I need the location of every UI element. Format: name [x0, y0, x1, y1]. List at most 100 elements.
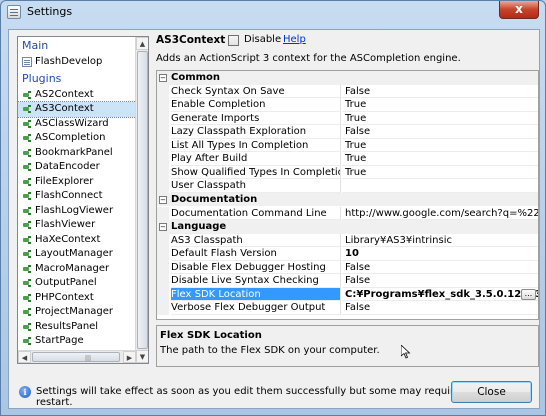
sidebar-item-resultspanel[interactable]: ResultsPanel [18, 320, 136, 335]
property-row-play-after-build[interactable]: Play After Build True [157, 152, 538, 166]
sidebar-item-as2context[interactable]: AS2Context [18, 88, 136, 103]
property-value[interactable]: True [342, 139, 538, 153]
grid-gutter [157, 125, 169, 139]
sidebar-item-phpcontext[interactable]: PHPContext [18, 291, 136, 306]
property-name[interactable]: Flex SDK Location [171, 287, 341, 302]
property-row-as3-classpath[interactable]: AS3 Classpath Library¥AS3¥intrinsic [157, 233, 538, 248]
property-value[interactable]: True [342, 152, 538, 166]
disable-label[interactable]: Disable [244, 34, 281, 45]
category-list-vertical-scrollbar[interactable]: ▲ ▼ [135, 37, 148, 363]
property-value[interactable]: False [342, 125, 538, 139]
property-name[interactable]: Verbose Flex Debugger Output [171, 301, 341, 315]
property-name[interactable]: List All Types In Completion [171, 138, 341, 153]
plugin-icon [22, 322, 32, 332]
property-name[interactable]: Show Qualified Types In Completion [171, 165, 341, 180]
property-row-disable-flex-debugger-hosting[interactable]: Disable Flex Debugger Hosting False [157, 260, 538, 275]
property-name[interactable]: Check Syntax On Save [171, 84, 341, 99]
sidebar-item-asclasswizard[interactable]: ASClassWizard [18, 117, 136, 132]
settings-category-list[interactable]: Main FlashDevelop Plugins AS2Context AS3C… [17, 36, 149, 364]
sidebar-item-ascompletion[interactable]: ASCompletion [18, 131, 136, 146]
close-button[interactable]: Close [451, 381, 532, 403]
property-value[interactable]: False [342, 85, 538, 99]
plugin-icon [22, 336, 32, 346]
sidebar-item-label: MacroManager [35, 262, 110, 274]
property-value[interactable] [342, 179, 538, 193]
help-link[interactable]: Help [283, 34, 306, 45]
property-value[interactable]: C:¥Programs¥flex_sdk_3.5.0.12683 [342, 288, 538, 302]
property-value[interactable]: http://www.google.com/search?q=%22action… [342, 207, 538, 220]
vertical-scroll-thumb[interactable] [137, 51, 148, 349]
grid-gutter [157, 287, 169, 302]
property-row-verbose-flex-debugger-output[interactable]: Verbose Flex Debugger Output False [157, 301, 538, 315]
property-value[interactable]: False [342, 261, 538, 275]
property-name[interactable]: Default Flash Version [171, 247, 341, 261]
sidebar-item-bookmarkpanel[interactable]: BookmarkPanel [18, 146, 136, 161]
sidebar-item-outputpanel[interactable]: OutputPanel [18, 276, 136, 291]
disable-checkbox[interactable] [228, 35, 239, 46]
property-value[interactable]: Library¥AS3¥intrinsic [342, 234, 538, 248]
sidebar-item-fileexplorer[interactable]: FileExplorer [18, 175, 136, 190]
property-row-documentation-command-line[interactable]: Documentation Command Line http://www.goo… [157, 206, 538, 220]
scroll-down-arrow-icon[interactable]: ▼ [136, 350, 148, 363]
sidebar-item-label: FlashLogViewer [35, 204, 114, 216]
scroll-left-arrow-icon[interactable]: ◀ [18, 351, 31, 363]
property-name[interactable]: Documentation Command Line [171, 206, 341, 220]
property-value[interactable]: False [342, 301, 538, 315]
sidebar-item-as3context[interactable]: AS3Context [18, 101, 137, 118]
property-name[interactable]: Enable Completion [171, 98, 341, 112]
sidebar-item-startpage[interactable]: StartPage [18, 334, 136, 349]
browse-ellipsis-button[interactable]: ... [521, 288, 536, 300]
sidebar-item-dataencoder[interactable]: DataEncoder [18, 160, 136, 175]
sidebar-item-flashdevelop[interactable]: FlashDevelop [18, 55, 136, 70]
sidebar-item-haxecontext[interactable]: HaXeContext [18, 233, 136, 248]
property-value[interactable]: 10 [342, 247, 538, 261]
property-row-enable-completion[interactable]: Enable Completion True [157, 98, 538, 112]
scroll-right-arrow-icon[interactable]: ▶ [123, 351, 136, 363]
property-row-user-classpath[interactable]: User Classpath [157, 179, 538, 193]
sidebar-item-projectmanager[interactable]: ProjectManager [18, 305, 136, 320]
property-name[interactable]: AS3 Classpath [171, 233, 341, 248]
category-documentation[interactable]: − Documentation [157, 192, 538, 207]
collapse-icon[interactable]: − [159, 195, 167, 204]
collapse-icon[interactable]: − [159, 223, 167, 232]
property-name[interactable]: Lazy Classpath Exploration [171, 125, 341, 139]
property-name[interactable]: Disable Live Syntax Checking [171, 274, 341, 288]
property-row-list-all-types-in-completion[interactable]: List All Types In Completion True [157, 138, 538, 153]
property-value[interactable]: True [342, 112, 538, 126]
property-value[interactable]: False [342, 274, 538, 288]
plugins-group-header: Plugins [22, 71, 62, 85]
grid-gutter [157, 179, 169, 193]
property-row-default-flash-version[interactable]: Default Flash Version 10 [157, 247, 538, 261]
property-row-check-syntax-on-save[interactable]: Check Syntax On Save False [157, 84, 538, 99]
sidebar-item-flashviewer[interactable]: FlashViewer [18, 218, 136, 233]
sidebar-item-label: ResultsPanel [35, 320, 99, 332]
property-value[interactable]: True [342, 166, 538, 180]
property-grid[interactable]: − Common Check Syntax On Save False Enable C… [156, 70, 539, 320]
property-row-generate-imports[interactable]: Generate Imports True [157, 111, 538, 126]
plugin-icon [22, 104, 32, 114]
property-value[interactable]: True [342, 98, 538, 112]
horizontal-scroll-thumb[interactable]: ||| [32, 352, 120, 362]
property-name[interactable]: Disable Flex Debugger Hosting [171, 260, 341, 275]
property-name[interactable]: Play After Build [171, 152, 341, 166]
property-name[interactable]: Generate Imports [171, 111, 341, 126]
scroll-up-arrow-icon[interactable]: ▲ [136, 37, 148, 50]
collapse-icon[interactable]: − [159, 74, 167, 82]
property-row-lazy-classpath-exploration[interactable]: Lazy Classpath Exploration False [157, 125, 538, 139]
sidebar-item-flashlogviewer[interactable]: FlashLogViewer [18, 204, 136, 219]
sidebar-item-flashconnect[interactable]: FlashConnect [18, 189, 136, 204]
property-row-flex-sdk-location[interactable]: Flex SDK Location C:¥Programs¥flex_sdk_3.… [157, 287, 538, 302]
property-row-disable-live-syntax-checking[interactable]: Disable Live Syntax Checking False [157, 274, 538, 288]
property-row-show-qualified-types-in-completion[interactable]: Show Qualified Types In Completion True [157, 165, 538, 180]
category-language[interactable]: − Language [157, 220, 538, 234]
property-name[interactable]: User Classpath [171, 179, 341, 193]
grid-gutter [157, 152, 169, 166]
category-common[interactable]: − Common [157, 71, 538, 85]
mouse-cursor-icon [401, 345, 411, 359]
window-close-icon[interactable]: x [499, 1, 539, 19]
sidebar-item-layoutmanager[interactable]: LayoutManager [18, 247, 136, 262]
plugin-icon [22, 264, 32, 274]
sidebar-item-macromanager[interactable]: MacroManager [18, 262, 136, 277]
help-panel-description: The path to the Flex SDK on your compute… [160, 345, 380, 356]
category-list-horizontal-scrollbar[interactable]: ◀ ||| ▶ [18, 350, 136, 363]
